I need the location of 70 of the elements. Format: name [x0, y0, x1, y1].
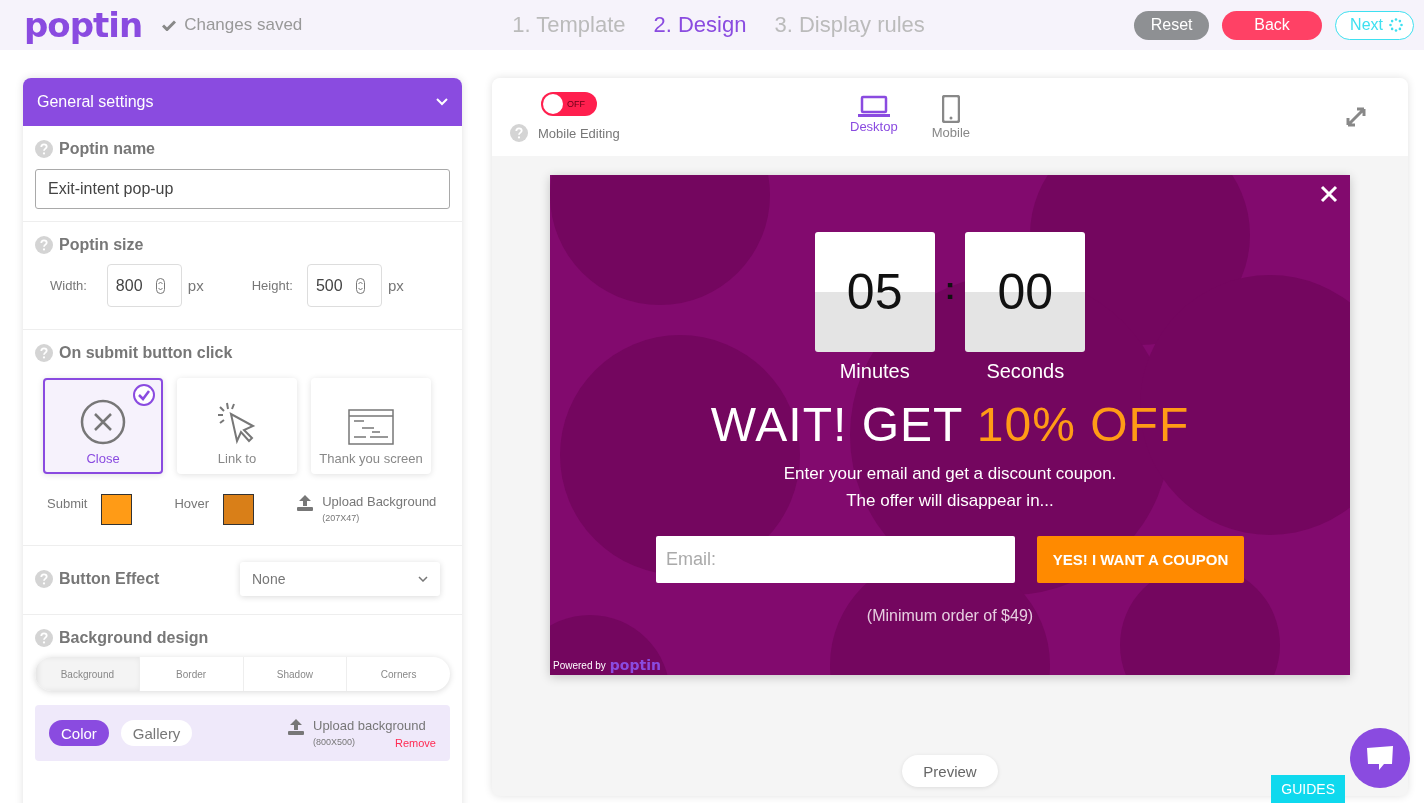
timer-separator: : — [944, 270, 956, 307]
design-tab[interactable]: Corners — [346, 657, 450, 691]
toggle-switch[interactable]: OFF — [541, 92, 597, 116]
unit-label: px — [187, 277, 204, 294]
cursor-click-icon — [217, 401, 257, 445]
close-icon[interactable] — [1320, 185, 1338, 203]
section-label: Button Effect — [59, 570, 160, 588]
logo: poptin — [24, 8, 143, 42]
phone-icon — [941, 94, 960, 123]
brand-logo[interactable]: poptin — [609, 657, 661, 673]
field-label: Width: — [50, 278, 87, 293]
name-field[interactable]: Exit-intent pop-up — [35, 169, 450, 209]
unit-label: px — [387, 277, 404, 294]
size-hint: (800X500) — [313, 736, 356, 749]
email-field[interactable]: Email: — [656, 536, 1015, 583]
mode-tab[interactable]: Gallery — [120, 720, 193, 746]
upload-icon[interactable] — [287, 717, 305, 736]
reset-button[interactable]: Reset — [1134, 10, 1210, 40]
spinner-icon — [1389, 18, 1403, 32]
mode-tab[interactable]: Color — [49, 720, 109, 746]
design-tab[interactable]: Border — [138, 657, 243, 691]
width-field[interactable]: 800 — [106, 264, 182, 307]
action-option[interactable]: Thank you screen — [311, 378, 431, 474]
check-icon — [162, 19, 177, 31]
back-button[interactable]: Back — [1222, 10, 1323, 40]
action-option[interactable]: Link to — [177, 378, 297, 474]
upload-label[interactable]: Upload background — [313, 717, 436, 733]
save-status: Changes saved — [184, 15, 303, 35]
section-label: Poptin size — [59, 236, 144, 254]
step-tab[interactable]: 2. Design — [653, 12, 747, 38]
upload-icon[interactable] — [296, 494, 315, 512]
preview-button[interactable]: Preview — [902, 755, 998, 787]
window-lines-icon — [348, 409, 394, 445]
field-label: Height: — [251, 278, 293, 293]
popup-text: Enter your email and get a discount coupon. The offer will disappear in... — [783, 463, 1117, 512]
device-tab[interactable]: Desktop — [850, 94, 898, 140]
swatch-label: Hover — [174, 496, 210, 511]
swatch-label: Submit — [47, 496, 88, 511]
toggle-label: Mobile Editing — [538, 125, 620, 141]
note-text: (Minimum order of $49) — [866, 607, 1034, 625]
chevron-down-icon[interactable] — [436, 98, 448, 106]
color-swatch[interactable] — [101, 494, 133, 525]
stepper-icon[interactable] — [355, 277, 365, 294]
color-swatch[interactable] — [223, 494, 255, 525]
effect-dropdown[interactable]: None — [240, 562, 440, 596]
action-option[interactable]: Close — [43, 378, 163, 474]
section-label: Background design — [59, 629, 209, 647]
stepper-icon[interactable] — [155, 277, 165, 294]
powered-by-text: Powered by — [553, 659, 606, 671]
circle-x-icon — [80, 399, 126, 445]
laptop-icon — [857, 94, 890, 117]
expand-icon[interactable] — [1344, 105, 1368, 129]
timer-label: Seconds — [986, 360, 1065, 383]
design-tab[interactable]: Shadow — [242, 657, 347, 691]
timer-label: Minutes — [839, 360, 910, 383]
panel-title: General settings — [37, 93, 154, 111]
headline: WAIT! GET 10% OFF — [710, 397, 1190, 452]
timer-digits: 00 — [965, 232, 1086, 352]
section-label: On submit button click — [59, 344, 233, 362]
timer-digits: 05 — [814, 232, 935, 352]
remove-link[interactable]: Remove — [395, 736, 436, 749]
coupon-button[interactable]: YES! I WANT A COUPON — [1037, 536, 1244, 583]
design-tab[interactable]: Background — [35, 657, 139, 691]
height-field[interactable]: 500 — [306, 264, 382, 307]
device-tab[interactable]: Mobile — [931, 94, 970, 140]
check-circle-icon — [133, 384, 155, 406]
chevron-down-icon — [418, 576, 428, 582]
upload-label[interactable]: Upload Background (207X47) — [322, 494, 437, 523]
chat-bubble-icon — [1365, 745, 1395, 771]
section-label: Poptin name — [59, 140, 155, 158]
